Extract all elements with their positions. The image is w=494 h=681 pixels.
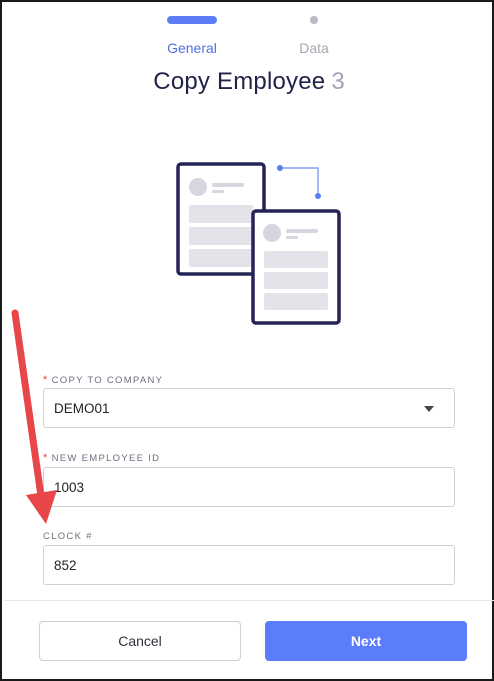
clock-number-input[interactable]: 852 [43,545,455,585]
company-select[interactable]: DEMO01 [43,388,455,428]
page-title: Copy Employee [153,68,326,95]
cancel-button-label: Cancel [118,633,162,649]
chevron-down-icon[interactable] [424,406,434,412]
page-title-row: Copy Employee 3 [2,68,494,96]
step-data[interactable]: Data [254,16,374,56]
required-marker: * [43,452,49,464]
cancel-button[interactable]: Cancel [39,621,241,661]
employee-id-input[interactable]: 1003 [43,467,455,507]
step-data-label: Data [299,40,329,56]
clock-field-label: CLOCK # [43,531,93,542]
company-select-value: DEMO01 [54,400,110,416]
copy-documents-illustration [176,162,341,325]
company-label-text: COPY TO COMPANY [51,375,164,386]
step-general[interactable]: General [132,16,252,56]
step-general-indicator [167,16,217,24]
next-button-label: Next [350,633,382,649]
employee-id-value: 1003 [54,479,85,495]
dialog: General Data Copy Employee 3 * COPY TO COM… [0,0,494,681]
company-field-label: * COPY TO COMPANY [43,374,163,386]
step-data-indicator [310,16,318,24]
employee-id-field-label: * NEW EMPLOYEE ID [43,452,160,464]
footer-divider [4,600,494,601]
employee-id-label-text: NEW EMPLOYEE ID [51,453,161,464]
clock-label-text: CLOCK # [43,531,93,542]
clock-number-value: 852 [54,557,77,573]
step-general-label: General [167,40,217,56]
required-marker: * [43,374,49,386]
next-button[interactable]: Next [265,621,467,661]
employee-count: 3 [331,68,345,95]
